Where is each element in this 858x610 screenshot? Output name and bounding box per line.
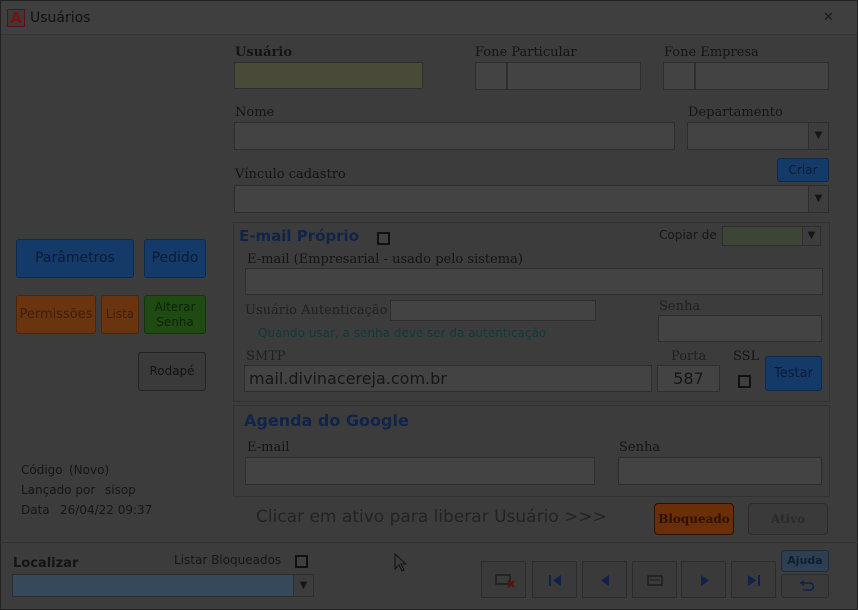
lancado-label: Lançado por xyxy=(21,483,96,497)
list-records-button[interactable] xyxy=(632,561,677,598)
fone-empresa-ddd-input[interactable] xyxy=(663,62,695,90)
copiar-de-select[interactable]: ▼ xyxy=(722,226,821,246)
previous-record-button[interactable] xyxy=(582,561,627,598)
undo-icon xyxy=(799,580,814,591)
first-record-icon xyxy=(549,575,561,586)
departamento-select[interactable]: ▼ xyxy=(687,122,829,150)
email-section-title: E-mail Próprio xyxy=(239,227,360,245)
fone-empresa-label: Fone Empresa xyxy=(664,45,759,60)
auth-hint: Quando usar, a senha deve ser da autenti… xyxy=(258,326,547,340)
email-proprio-checkbox[interactable] xyxy=(377,232,390,245)
last-record-button[interactable] xyxy=(731,561,776,598)
list-icon xyxy=(647,575,663,586)
google-email-label: E-mail xyxy=(247,440,290,455)
permissoes-button[interactable]: Permissões xyxy=(16,295,96,334)
porta-label: Porta xyxy=(671,349,707,364)
chevron-down-icon[interactable]: ▼ xyxy=(808,186,828,212)
next-record-icon xyxy=(701,575,709,586)
lancado-value: sisop xyxy=(105,483,136,497)
smtp-input[interactable]: mail.divinacereja.com.br xyxy=(244,365,652,392)
google-section-title: Agenda do Google xyxy=(244,411,409,430)
ssl-label: SSL xyxy=(733,349,760,364)
fone-particular-ddd-input[interactable] xyxy=(475,62,507,90)
fone-empresa-input[interactable] xyxy=(695,62,829,90)
localizar-select[interactable]: ▼ xyxy=(12,574,314,597)
ssl-checkbox[interactable] xyxy=(738,375,751,388)
email-input[interactable] xyxy=(245,268,823,295)
ativo-button[interactable]: Ativo xyxy=(748,503,828,535)
title-bar xyxy=(1,1,857,35)
email-senha-label: Senha xyxy=(659,299,701,314)
google-senha-label: Senha xyxy=(619,440,661,455)
ajuda-button[interactable]: Ajuda xyxy=(781,550,829,572)
email-senha-input[interactable] xyxy=(658,315,822,342)
pedido-button[interactable]: Pedido xyxy=(144,239,206,278)
last-record-icon xyxy=(748,575,760,586)
alterar-senha-button[interactable]: Alterar Senha xyxy=(144,295,206,334)
status-message: Clicar em ativo para liberar Usuário >>> xyxy=(256,507,607,527)
nome-input[interactable] xyxy=(234,122,675,150)
porta-input[interactable]: 587 xyxy=(657,365,720,392)
email-label: E-mail (Empresarial - usado pelo sistema… xyxy=(247,252,523,267)
rodape-button[interactable]: Rodapé xyxy=(138,352,206,391)
first-record-button[interactable] xyxy=(532,561,577,598)
chevron-down-icon[interactable]: ▼ xyxy=(808,123,828,149)
chevron-down-icon[interactable]: ▼ xyxy=(293,575,313,596)
listar-bloqueados-checkbox[interactable] xyxy=(295,555,308,568)
window-title: Usuários xyxy=(30,10,91,26)
parametros-button[interactable]: Parâmetros xyxy=(16,239,134,278)
listar-bloqueados-label: Listar Bloqueados xyxy=(174,553,282,567)
data-value: 26/04/22 09:37 xyxy=(60,503,153,517)
lista-button[interactable]: Lista xyxy=(101,295,139,334)
departamento-label: Departamento xyxy=(688,105,783,120)
usuario-label: Usuário xyxy=(235,45,292,60)
google-email-input[interactable] xyxy=(245,457,595,485)
fone-particular-label: Fone Particular xyxy=(475,45,577,60)
codigo-label: Código xyxy=(21,463,63,477)
copiar-de-label: Copiar de xyxy=(659,228,717,242)
close-icon[interactable]: ✕ xyxy=(823,10,834,25)
codigo-value: (Novo) xyxy=(69,463,110,477)
fone-particular-input[interactable] xyxy=(507,62,641,90)
clear-icon xyxy=(495,574,515,588)
criar-button[interactable]: Criar xyxy=(777,158,829,182)
usuario-input[interactable] xyxy=(234,62,423,89)
localizar-label: Localizar xyxy=(13,556,79,571)
nome-label: Nome xyxy=(235,105,275,120)
bottom-divider xyxy=(0,542,858,543)
smtp-label: SMTP xyxy=(246,349,286,364)
testar-button[interactable]: Testar xyxy=(765,356,822,391)
bloqueado-button[interactable]: Bloqueado xyxy=(654,503,734,535)
app-icon: A xyxy=(7,9,25,27)
usuario-auth-label: Usuário Autenticação xyxy=(245,303,388,318)
vinculo-label: Vínculo cadastro xyxy=(235,167,346,182)
clear-search-button[interactable] xyxy=(481,561,526,598)
google-senha-input[interactable] xyxy=(618,457,822,485)
chevron-down-icon[interactable]: ▼ xyxy=(802,227,820,245)
data-label: Data xyxy=(21,503,50,517)
previous-record-icon xyxy=(601,575,609,586)
vinculo-select[interactable]: ▼ xyxy=(234,185,829,213)
usuario-auth-input[interactable] xyxy=(390,300,596,321)
mouse-cursor-icon xyxy=(394,552,408,577)
undo-button[interactable] xyxy=(781,574,829,598)
next-record-button[interactable] xyxy=(681,561,726,598)
